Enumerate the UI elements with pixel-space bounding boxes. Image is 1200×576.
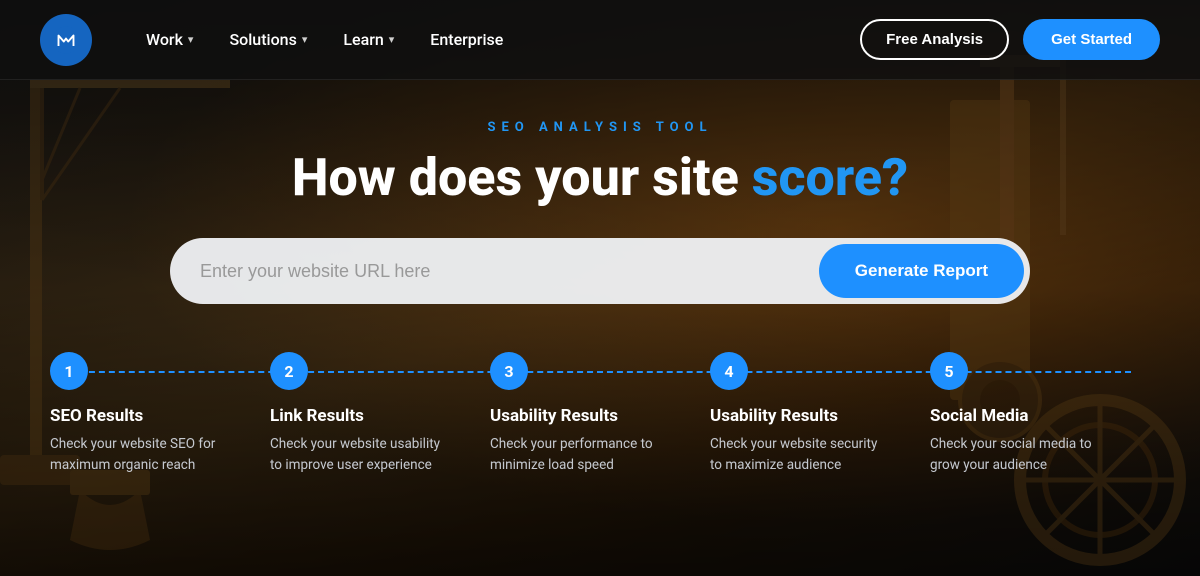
step-3-desc: Check your performance to minimize load … bbox=[490, 434, 670, 476]
hero-title: How does your site score? bbox=[292, 149, 908, 206]
nav-enterprise[interactable]: Enterprise bbox=[416, 22, 517, 57]
hero-subtitle: SEO ANALYSIS TOOL bbox=[487, 120, 712, 135]
step-4-number: 4 bbox=[710, 352, 748, 390]
step-3: 3 Usability Results Check your performan… bbox=[490, 352, 710, 476]
step-4-desc: Check your website security to maximize … bbox=[710, 434, 890, 476]
step-5: 5 Social Media Check your social media t… bbox=[930, 352, 1150, 476]
steps-track: 1 SEO Results Check your website SEO for… bbox=[50, 352, 1150, 476]
solutions-chevron-icon: ▾ bbox=[302, 33, 308, 46]
step-1: 1 SEO Results Check your website SEO for… bbox=[50, 352, 270, 476]
url-input[interactable] bbox=[200, 261, 819, 282]
step-1-title: SEO Results bbox=[50, 406, 143, 426]
generate-report-button[interactable]: Generate Report bbox=[819, 244, 1024, 298]
learn-chevron-icon: ▾ bbox=[389, 33, 395, 46]
step-4: 4 Usability Results Check your website s… bbox=[710, 352, 930, 476]
step-3-number: 3 bbox=[490, 352, 528, 390]
free-analysis-button[interactable]: Free Analysis bbox=[860, 19, 1009, 60]
nav-work[interactable]: Work ▾ bbox=[132, 22, 207, 57]
nav-actions: Free Analysis Get Started bbox=[860, 19, 1160, 60]
step-4-title: Usability Results bbox=[710, 406, 838, 426]
step-1-number: 1 bbox=[50, 352, 88, 390]
step-2-number: 2 bbox=[270, 352, 308, 390]
step-2-title: Link Results bbox=[270, 406, 364, 426]
step-1-desc: Check your website SEO for maximum organ… bbox=[50, 434, 230, 476]
step-5-number: 5 bbox=[930, 352, 968, 390]
logo-icon bbox=[51, 25, 81, 55]
step-3-title: Usability Results bbox=[490, 406, 618, 426]
search-bar: Generate Report bbox=[170, 238, 1030, 304]
step-2: 2 Link Results Check your website usabil… bbox=[270, 352, 490, 476]
nav-solutions[interactable]: Solutions ▾ bbox=[215, 22, 321, 57]
navigation: Work ▾ Solutions ▾ Learn ▾ Enterprise Fr… bbox=[0, 0, 1200, 80]
hero-section: SEO ANALYSIS TOOL How does your site sco… bbox=[0, 80, 1200, 352]
work-chevron-icon: ▾ bbox=[188, 33, 194, 46]
get-started-button[interactable]: Get Started bbox=[1023, 19, 1160, 60]
step-5-title: Social Media bbox=[930, 406, 1028, 426]
logo[interactable] bbox=[40, 14, 92, 66]
step-5-desc: Check your social media to grow your aud… bbox=[930, 434, 1110, 476]
steps-section: 1 SEO Results Check your website SEO for… bbox=[0, 352, 1200, 476]
nav-learn[interactable]: Learn ▾ bbox=[329, 22, 408, 57]
step-2-desc: Check your website usability to improve … bbox=[270, 434, 450, 476]
nav-links: Work ▾ Solutions ▾ Learn ▾ Enterprise bbox=[132, 22, 860, 57]
